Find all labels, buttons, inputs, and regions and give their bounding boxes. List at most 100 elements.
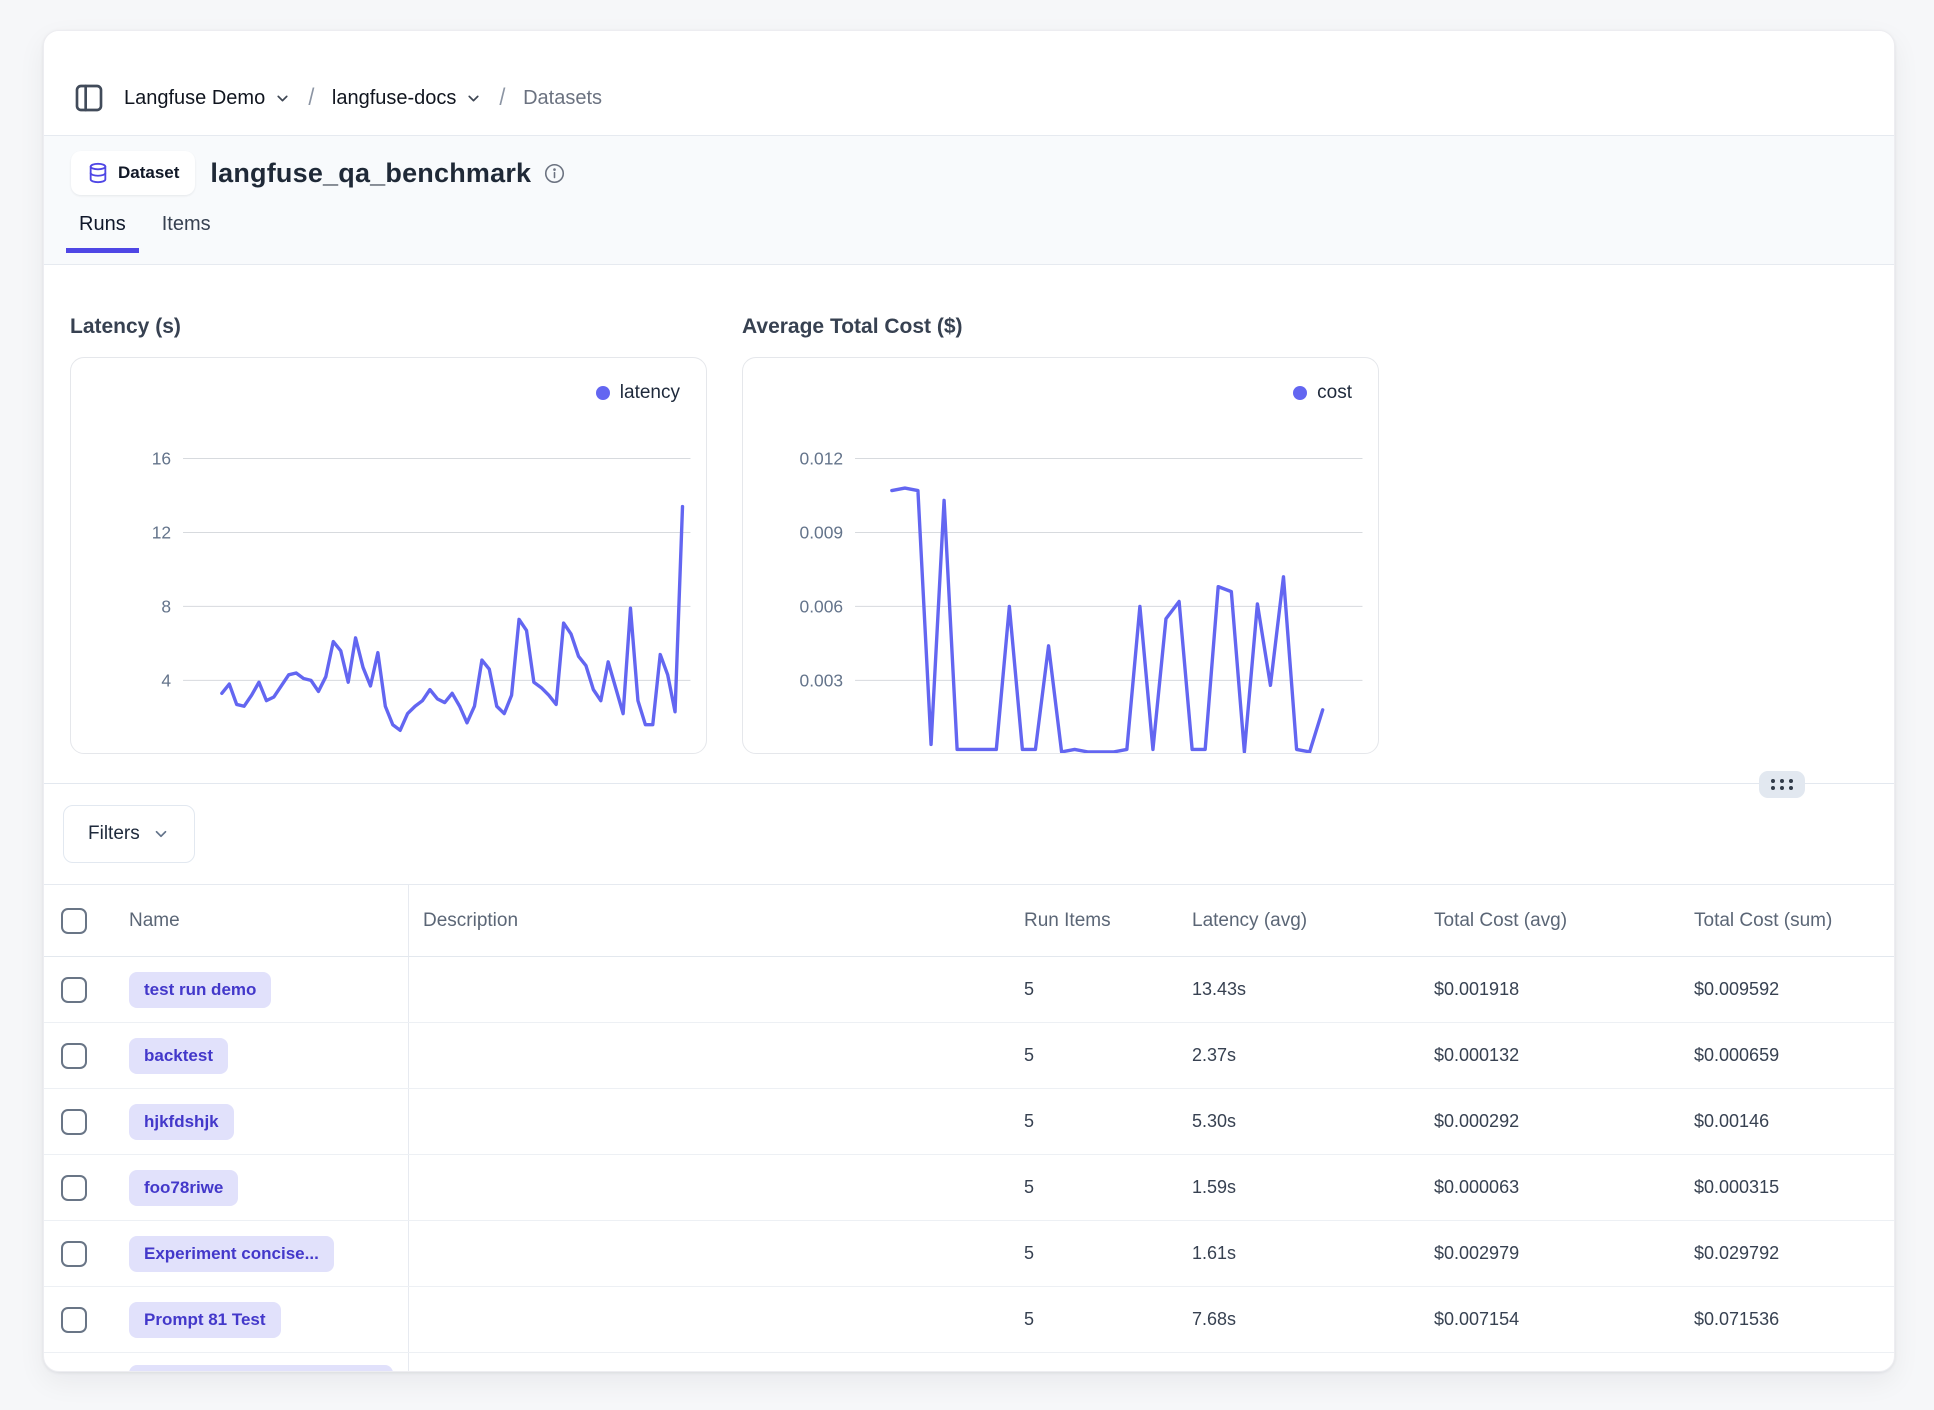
run-name-badge[interactable]: hjkfdshjk: [129, 1104, 234, 1140]
run-items-cell: 5: [1000, 1111, 1168, 1132]
table-row: Prompt 81 Test 5 7.68s $0.007154 $0.0715…: [44, 1287, 1894, 1353]
section-resize-handle[interactable]: [1759, 771, 1805, 798]
legend-label: latency: [620, 382, 680, 404]
table-row-partial: [44, 1353, 1894, 1372]
legend-dot-icon: [596, 386, 610, 400]
total-cost-avg-cell: $0.002979: [1410, 1243, 1670, 1264]
run-description-cell: [409, 1155, 1000, 1220]
svg-text:12: 12: [152, 522, 171, 542]
chevron-down-icon: [274, 90, 291, 107]
row-checkbox[interactable]: [61, 1307, 87, 1333]
runs-table: Name Description Run Items Latency (avg)…: [44, 884, 1894, 1372]
cost-line-plot: 0.0120.0090.0060.003: [743, 358, 1378, 753]
filters-button-label: Filters: [88, 823, 140, 845]
run-description-cell: [409, 1287, 1000, 1352]
total-cost-avg-cell: $0.000063: [1410, 1177, 1670, 1198]
total-cost-sum-cell: $0.029792: [1670, 1243, 1894, 1264]
latency-chart-block: Latency (s) 161284 latency: [70, 315, 707, 783]
breadcrumb-separator: /: [309, 84, 315, 112]
run-description-cell: [409, 1023, 1000, 1088]
row-checkbox[interactable]: [61, 1241, 87, 1267]
run-description-cell: [409, 957, 1000, 1022]
tab-items[interactable]: Items: [162, 209, 211, 252]
column-header-total-cost-sum[interactable]: Total Cost (sum): [1670, 910, 1894, 932]
cost-chart-title: Average Total Cost ($): [742, 315, 1379, 339]
panel-left-icon: [73, 82, 105, 114]
svg-text:16: 16: [152, 448, 171, 468]
table-row: foo78riwe 5 1.59s $0.000063 $0.000315: [44, 1155, 1894, 1221]
total-cost-sum-cell: $0.009592: [1670, 979, 1894, 1000]
chevron-down-icon: [465, 90, 482, 107]
cost-chart-legend: cost: [1293, 382, 1352, 404]
info-icon[interactable]: [544, 163, 565, 184]
svg-text:4: 4: [161, 670, 171, 690]
breadcrumb-project-label: Langfuse Demo: [124, 87, 265, 110]
cost-chart-block: Average Total Cost ($) 0.0120.0090.0060.…: [742, 315, 1379, 783]
database-icon: [87, 162, 109, 184]
runs-table-body: test run demo 5 13.43s $0.001918 $0.0095…: [44, 957, 1894, 1353]
total-cost-avg-cell: $0.000132: [1410, 1045, 1670, 1066]
run-name-badge[interactable]: [129, 1365, 393, 1372]
breadcrumb-env-selector[interactable]: langfuse-docs: [332, 87, 483, 110]
column-header-run-items[interactable]: Run Items: [1000, 910, 1168, 932]
table-row: Experiment concise... 5 1.61s $0.002979 …: [44, 1221, 1894, 1287]
run-description-cell: [409, 1221, 1000, 1286]
breadcrumb-separator: /: [500, 84, 506, 112]
tab-bar: Runs Items: [79, 209, 1860, 252]
svg-text:0.012: 0.012: [800, 448, 844, 468]
run-name-badge[interactable]: Prompt 81 Test: [129, 1302, 281, 1338]
sidebar-toggle-button[interactable]: [73, 82, 105, 114]
row-checkbox[interactable]: [61, 977, 87, 1003]
cost-chart: 0.0120.0090.0060.003 cost: [742, 357, 1379, 754]
latency-avg-cell: 5.30s: [1168, 1111, 1410, 1132]
latency-avg-cell: 1.59s: [1168, 1177, 1410, 1198]
charts-section: Latency (s) 161284 latency Average Total…: [44, 265, 1894, 784]
run-items-cell: 5: [1000, 979, 1168, 1000]
table-row: backtest 5 2.37s $0.000132 $0.000659: [44, 1023, 1894, 1089]
latency-avg-cell: 1.61s: [1168, 1243, 1410, 1264]
dataset-type-badge: Dataset: [71, 151, 195, 195]
total-cost-avg-cell: $0.007154: [1410, 1309, 1670, 1330]
latency-avg-cell: 2.37s: [1168, 1045, 1410, 1066]
run-description-cell: [409, 1089, 1000, 1154]
svg-text:0.006: 0.006: [800, 596, 844, 616]
column-header-description[interactable]: Description: [409, 885, 1000, 956]
latency-chart-legend: latency: [596, 382, 680, 404]
page-title: langfuse_qa_benchmark: [210, 158, 531, 189]
dataset-header: Dataset langfuse_qa_benchmark Runs Items: [44, 136, 1894, 265]
tab-runs[interactable]: Runs: [79, 209, 126, 252]
legend-label: cost: [1317, 382, 1352, 404]
filters-button[interactable]: Filters: [63, 805, 195, 863]
breadcrumb-page-datasets[interactable]: Datasets: [523, 87, 602, 110]
total-cost-sum-cell: $0.00146: [1670, 1111, 1894, 1132]
total-cost-avg-cell: $0.001918: [1410, 979, 1670, 1000]
filters-bar: Filters: [44, 784, 1894, 884]
row-checkbox[interactable]: [61, 1043, 87, 1069]
runs-table-header: Name Description Run Items Latency (avg)…: [44, 885, 1894, 957]
breadcrumb-env-label: langfuse-docs: [332, 87, 457, 110]
column-header-latency-avg[interactable]: Latency (avg): [1168, 910, 1410, 932]
run-name-badge[interactable]: backtest: [129, 1038, 228, 1074]
table-row: hjkfdshjk 5 5.30s $0.000292 $0.00146: [44, 1089, 1894, 1155]
dataset-runs-panel: Langfuse Demo / langfuse-docs / Datasets…: [43, 30, 1895, 1372]
total-cost-sum-cell: $0.000315: [1670, 1177, 1894, 1198]
chevron-down-icon: [152, 825, 170, 843]
latency-line-plot: 161284: [71, 358, 706, 753]
svg-text:0.003: 0.003: [800, 670, 844, 690]
breadcrumb-project-selector[interactable]: Langfuse Demo: [124, 87, 291, 110]
column-header-total-cost-avg[interactable]: Total Cost (avg): [1410, 910, 1670, 932]
run-name-badge[interactable]: foo78riwe: [129, 1170, 238, 1206]
select-all-checkbox[interactable]: [61, 908, 87, 934]
row-checkbox[interactable]: [61, 1175, 87, 1201]
total-cost-sum-cell: $0.071536: [1670, 1309, 1894, 1330]
column-header-name[interactable]: Name: [110, 885, 409, 956]
grip-dots-icon: [1771, 779, 1793, 790]
row-checkbox[interactable]: [61, 1109, 87, 1135]
run-items-cell: 5: [1000, 1243, 1168, 1264]
latency-avg-cell: 7.68s: [1168, 1309, 1410, 1330]
run-name-badge[interactable]: test run demo: [129, 972, 271, 1008]
latency-avg-cell: 13.43s: [1168, 979, 1410, 1000]
legend-dot-icon: [1293, 386, 1307, 400]
top-navigation-bar: Langfuse Demo / langfuse-docs / Datasets: [44, 31, 1894, 136]
run-name-badge[interactable]: Experiment concise...: [129, 1236, 334, 1272]
